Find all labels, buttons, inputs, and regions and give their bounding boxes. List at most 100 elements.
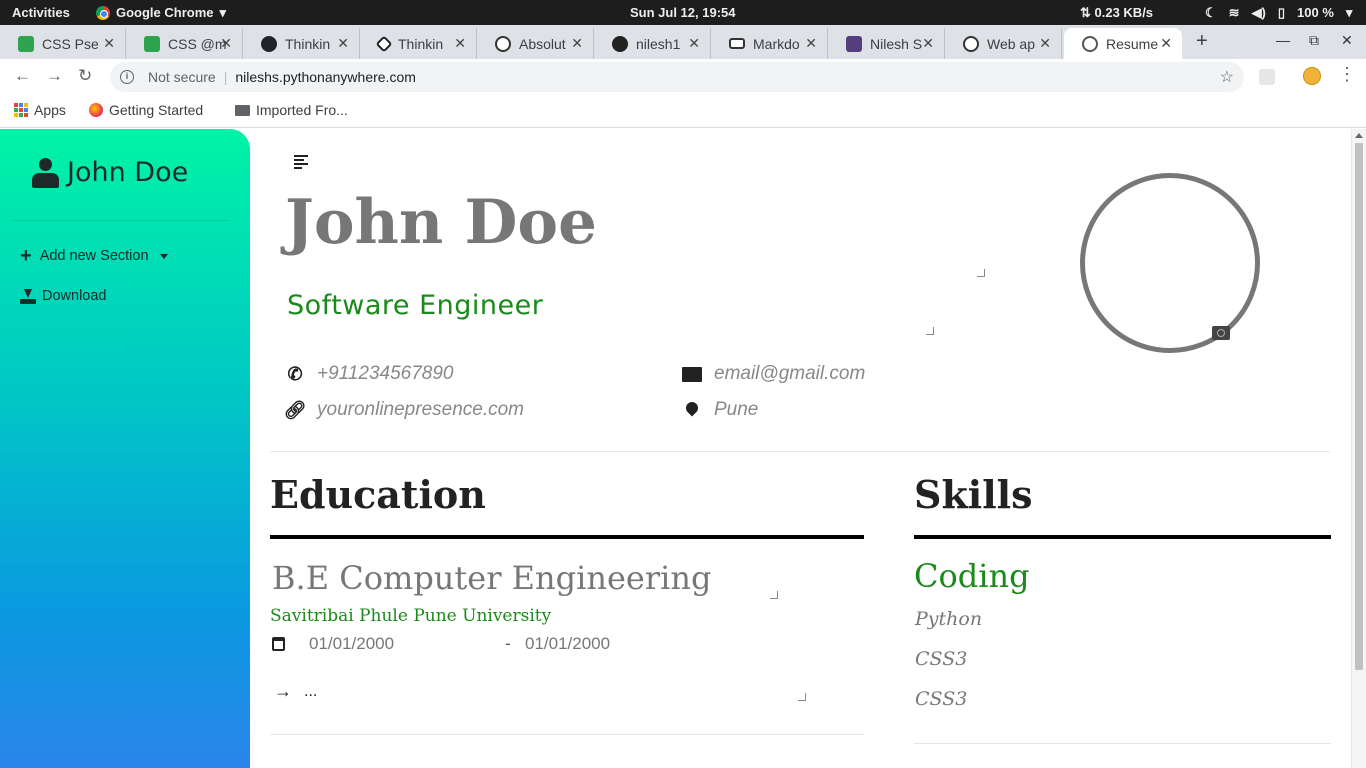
divider: [270, 734, 864, 735]
website-text[interactable]: youronlinepresence.com: [317, 399, 524, 421]
reload-icon[interactable]: ↻: [78, 66, 92, 86]
calendar-icon: [272, 637, 285, 651]
bookmark-label: Imported Fro...: [256, 102, 348, 118]
back-icon[interactable]: ←: [14, 66, 31, 86]
tab[interactable]: Thinkin ✕: [243, 28, 360, 59]
date-range: 01/01/2000 - 01/01/2000: [272, 634, 610, 654]
bootstrap-icon: [846, 35, 862, 52]
textarea-resize-handle[interactable]: [770, 591, 778, 599]
tab[interactable]: CSS @m ✕: [126, 28, 243, 59]
volume-icon: ◀): [1251, 4, 1266, 20]
close-icon[interactable]: ✕: [805, 35, 817, 52]
close-icon[interactable]: ✕: [922, 35, 934, 52]
start-date-field[interactable]: 01/01/2000: [309, 634, 505, 654]
degree-field[interactable]: B.E Computer Engineering: [272, 559, 711, 597]
activities-button[interactable]: Activities: [12, 5, 70, 20]
university-field[interactable]: Savitribai Phule Pune University: [270, 606, 551, 626]
skill-item[interactable]: Python: [915, 608, 982, 630]
close-icon[interactable]: ✕: [1039, 35, 1051, 52]
email-text[interactable]: email@gmail.com: [714, 363, 865, 385]
description-text[interactable]: ...: [304, 683, 317, 701]
education-heading: Education: [270, 472, 486, 517]
tab[interactable]: CSS Pse ✕: [0, 28, 126, 59]
close-icon[interactable]: ✕: [337, 35, 349, 52]
system-tray[interactable]: ☾ ≋ ◀) ▯ 100 % ▾: [1205, 5, 1352, 21]
forward-icon[interactable]: →: [46, 66, 63, 86]
tab[interactable]: Absolut ✕: [477, 28, 594, 59]
sidebar-item-label: Add new Section: [39, 248, 149, 264]
contact-location[interactable]: Pune: [682, 399, 758, 421]
markdown-icon: [729, 38, 745, 49]
minimize-icon[interactable]: —: [1276, 32, 1290, 48]
profile-photo[interactable]: [1080, 173, 1260, 353]
skill-item[interactable]: CSS3: [915, 648, 967, 670]
bookmark-apps[interactable]: Apps: [14, 102, 66, 118]
close-window-icon[interactable]: ✕: [1341, 32, 1353, 49]
section-rule: [270, 535, 864, 539]
site-icon: [495, 35, 511, 52]
page-scrollbar[interactable]: [1351, 129, 1366, 768]
skills-heading: Skills: [914, 472, 1033, 517]
close-icon[interactable]: ✕: [688, 35, 700, 52]
close-icon[interactable]: ✕: [220, 35, 232, 52]
contact-website[interactable]: 🔗︎ youronlinepresence.com: [284, 399, 524, 421]
download-icon: [20, 288, 36, 304]
arrow-right-icon: →: [274, 681, 292, 701]
sidebar-title: John Doe: [32, 157, 188, 188]
new-tab-button[interactable]: +: [1196, 30, 1208, 53]
more-menu-icon[interactable]: ⋮: [1338, 64, 1356, 85]
tab[interactable]: nilesh1 ✕: [594, 28, 711, 59]
resume-role[interactable]: Software Engineer: [287, 290, 543, 321]
tab[interactable]: Nilesh S ✕: [828, 28, 945, 59]
favicon-icon: [18, 35, 34, 52]
battery-level: 100 %: [1297, 5, 1334, 20]
bookmark-star-icon[interactable]: ☆: [1220, 67, 1234, 87]
camera-icon[interactable]: [1212, 326, 1230, 340]
info-icon[interactable]: i: [120, 70, 134, 84]
apps-grid-icon: [14, 103, 28, 117]
divider: |: [223, 69, 228, 85]
resume-name[interactable]: John Doe: [285, 187, 597, 258]
url-text[interactable]: nileshs.pythonanywhere.com: [235, 69, 416, 85]
bookmark-getting-started[interactable]: Getting Started: [89, 102, 203, 118]
tab[interactable]: Web ap ✕: [945, 28, 1062, 59]
location-text[interactable]: Pune: [714, 399, 758, 421]
profile-avatar[interactable]: [1303, 67, 1321, 85]
textarea-resize-handle[interactable]: [798, 693, 806, 701]
scrollbar-thumb[interactable]: [1355, 143, 1363, 670]
skill-group-title[interactable]: Coding: [914, 557, 1030, 595]
textarea-resize-handle[interactable]: [977, 269, 985, 277]
envelope-icon: [682, 364, 702, 384]
contact-email[interactable]: email@gmail.com: [682, 363, 865, 385]
contact-phone[interactable]: ✆ +911234567890: [285, 363, 454, 385]
menu-toggle-icon[interactable]: [294, 155, 308, 171]
clock[interactable]: Sun Jul 12, 19:54: [630, 5, 736, 20]
tab-active[interactable]: Resume ✕: [1064, 28, 1182, 59]
phone-text[interactable]: +911234567890: [317, 363, 454, 385]
night-light-icon: ☾: [1205, 4, 1217, 20]
add-section-dropdown[interactable]: + Add new Section: [20, 246, 168, 266]
extension-icon[interactable]: [1259, 69, 1275, 85]
skill-item[interactable]: CSS3: [915, 688, 967, 710]
scroll-up-icon[interactable]: [1355, 133, 1363, 138]
textarea-resize-handle[interactable]: [926, 327, 934, 335]
app-menu[interactable]: Google Chrome ▾: [96, 5, 226, 21]
close-icon[interactable]: ✕: [454, 35, 466, 52]
close-icon[interactable]: ✕: [103, 35, 115, 52]
bookmark-folder-imported[interactable]: Imported Fro...: [235, 102, 348, 118]
address-bar[interactable]: i Not secure | nileshs.pythonanywhere.co…: [110, 62, 1244, 92]
close-icon[interactable]: ✕: [1160, 35, 1172, 52]
tab[interactable]: Markdo ✕: [711, 28, 828, 59]
end-date-field[interactable]: 01/01/2000: [525, 634, 610, 654]
download-button[interactable]: Download: [20, 288, 107, 304]
sidebar-item-label: Download: [42, 288, 107, 304]
maximize-icon[interactable]: ⧉: [1309, 32, 1319, 49]
security-label[interactable]: Not secure: [148, 69, 216, 85]
app-name: Google Chrome: [116, 5, 214, 20]
chrome-icon: [96, 5, 110, 20]
folder-icon: [235, 104, 250, 116]
phone-icon: ✆: [287, 363, 303, 384]
close-icon[interactable]: ✕: [571, 35, 583, 52]
tab[interactable]: Thinkin ✕: [360, 28, 477, 59]
education-description[interactable]: → ...: [274, 681, 317, 702]
